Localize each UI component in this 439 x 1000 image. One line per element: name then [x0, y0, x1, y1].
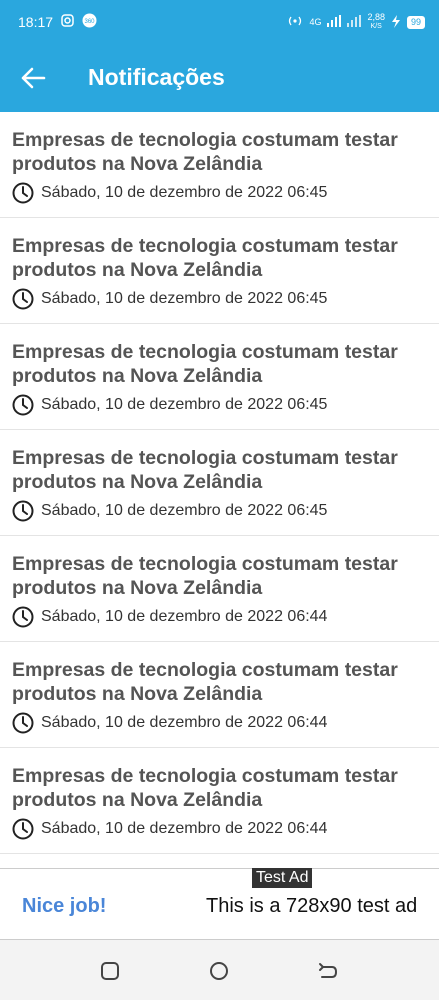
system-nav-bar — [0, 940, 439, 1000]
notification-date: Sábado, 10 de dezembro de 2022 06:45 — [41, 396, 328, 413]
arrow-back-icon — [21, 67, 46, 89]
status-time: 18:17 — [18, 14, 54, 30]
notification-title: Empresas de tecnologia costumam testar p… — [12, 659, 398, 705]
notification-date: Sábado, 10 de dezembro de 2022 06:44 — [41, 608, 328, 625]
app-notification-icon: 360 — [82, 13, 97, 31]
notification-title: Empresas de tecnologia costumam testar p… — [12, 447, 398, 493]
recents-button[interactable] — [99, 960, 121, 982]
instagram-icon — [61, 14, 74, 30]
ad-headline: Nice job! — [22, 895, 107, 917]
notification-date: Sábado, 10 de dezembro de 2022 06:44 — [41, 820, 328, 837]
network-type: 4G — [309, 17, 322, 27]
clock-icon — [12, 288, 34, 310]
clock-icon — [12, 606, 34, 628]
circle-icon — [210, 962, 228, 980]
clock-icon — [12, 712, 34, 734]
app-bar: Notificações — [0, 44, 439, 112]
notification-title: Empresas de tecnologia costumam testar p… — [12, 129, 398, 175]
square-icon — [101, 962, 119, 980]
network-speed: 2,88 — [367, 12, 385, 22]
network-speed-unit: K/S — [370, 23, 382, 30]
clock-icon — [12, 182, 34, 204]
back-button[interactable] — [20, 66, 48, 90]
clock-icon — [12, 394, 34, 416]
notification-item[interactable]: Empresas de tecnologia costumam testar p… — [0, 642, 439, 748]
notification-title: Empresas de tecnologia costumam testar p… — [12, 765, 398, 811]
system-back-button[interactable] — [317, 960, 339, 982]
notification-item[interactable]: Empresas de tecnologia costumam testar p… — [0, 430, 439, 536]
ad-label: Test Ad — [252, 868, 313, 888]
page-title: Notificações — [88, 64, 225, 90]
notification-date: Sábado, 10 de dezembro de 2022 06:45 — [41, 184, 328, 201]
back-arrow-icon — [319, 963, 338, 978]
notification-item[interactable]: Empresas de tecnologia costumam testar p… — [0, 324, 439, 430]
clock-icon — [12, 500, 34, 522]
notification-date: Sábado, 10 de dezembro de 2022 06:45 — [41, 290, 328, 307]
notification-item[interactable]: Empresas de tecnologia costumam testar p… — [0, 112, 439, 218]
status-bar: 18:17 360 4G 2,88 K/S 99 — [0, 0, 439, 44]
notification-title: Empresas de tecnologia costumam testar p… — [12, 235, 398, 281]
battery-level: 99 — [406, 15, 425, 29]
notification-item[interactable]: Empresas de tecnologia costumam testar p… — [0, 218, 439, 324]
notification-title: Empresas de tecnologia costumam testar p… — [12, 553, 398, 599]
notification-title: Empresas de tecnologia costumam testar p… — [12, 341, 398, 387]
home-button[interactable] — [208, 960, 230, 982]
notification-item[interactable]: Empresas de tecnologia costumam testar p… — [0, 748, 439, 854]
signal-icon-2 — [347, 15, 362, 29]
notification-date: Sábado, 10 de dezembro de 2022 06:45 — [41, 502, 328, 519]
svg-text:360: 360 — [85, 19, 96, 25]
signal-icon — [327, 15, 342, 29]
notification-date: Sábado, 10 de dezembro de 2022 06:44 — [41, 714, 328, 731]
notification-item[interactable]: Empresas de tecnologia costumam testar p… — [0, 536, 439, 642]
clock-icon — [12, 818, 34, 840]
notification-list: Empresas de tecnologia costumam testar p… — [0, 112, 439, 854]
ad-body: This is a 728x90 test ad — [206, 895, 418, 917]
charging-icon — [391, 14, 401, 30]
hotspot-icon — [287, 15, 303, 29]
banner-ad[interactable]: Nice job! This is a 728x90 test ad — [0, 868, 439, 940]
